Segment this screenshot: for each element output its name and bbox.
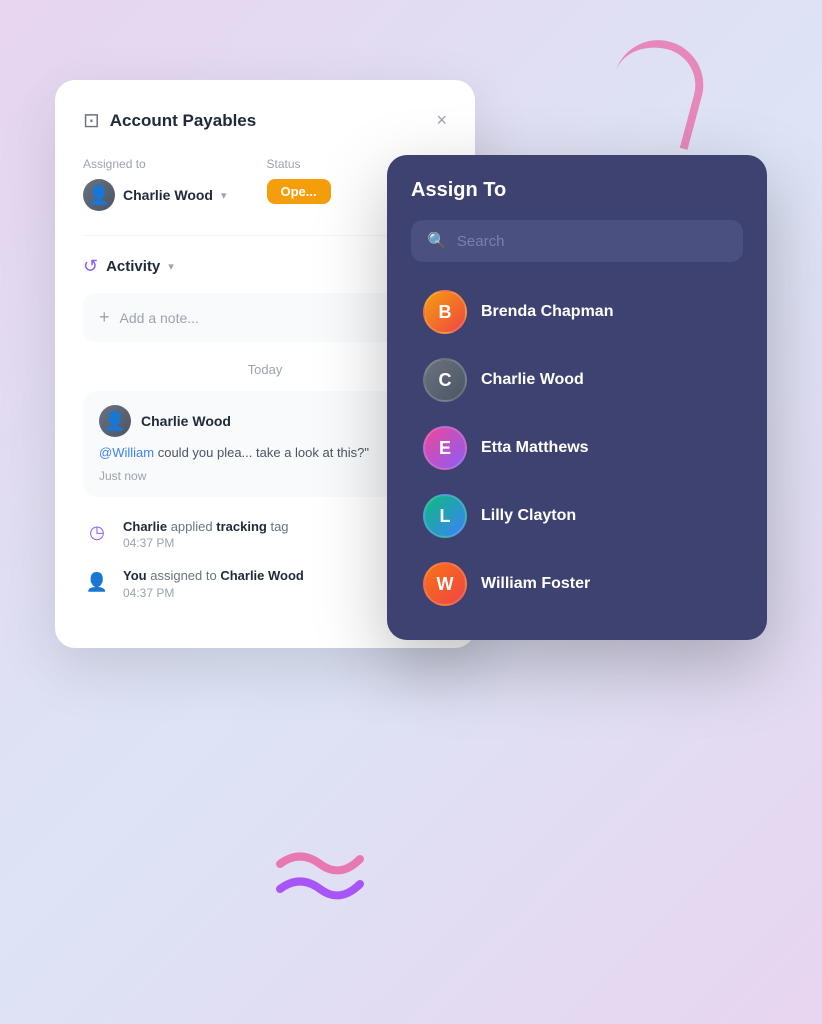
assignee-avatar: 👤 — [83, 179, 115, 211]
mention-tag: @William — [99, 445, 154, 460]
assignee-row[interactable]: 👤 Charlie Wood ▾ — [83, 179, 227, 211]
activity-action-1: applied — [171, 519, 217, 534]
comment-header: 👤 Charlie Wood — [99, 405, 431, 437]
person-name-lilly: Lilly Clayton — [481, 507, 576, 525]
assigned-to-field: Assigned to 👤 Charlie Wood ▾ — [83, 157, 227, 211]
card-title-wrap: ⊡ Account Payables — [83, 108, 256, 133]
person-name-william: William Foster — [481, 575, 590, 593]
person-item-brenda[interactable]: B Brenda Chapman — [411, 280, 743, 344]
comment-body: could you plea... take a look at this?" — [158, 445, 369, 460]
person-avatar-charlie: C — [423, 358, 467, 402]
person-item-william[interactable]: W William Foster — [411, 552, 743, 616]
activity-assign-text: You assigned to Charlie Wood — [123, 566, 304, 586]
activity-target-1: tracking — [216, 519, 267, 534]
assignee-chevron-icon: ▾ — [221, 189, 227, 202]
comment-avatar: 👤 — [99, 405, 131, 437]
status-badge[interactable]: Ope... — [267, 179, 331, 204]
activity-item-content-2: You assigned to Charlie Wood 04:37 PM — [123, 566, 304, 600]
close-button[interactable]: × — [436, 110, 447, 131]
activity-chevron-icon: ▾ — [168, 260, 174, 273]
comment-time: Just now — [99, 469, 431, 483]
person-name-etta: Etta Matthews — [481, 439, 589, 457]
search-box[interactable]: 🔍 — [411, 220, 743, 262]
person-avatar-william: W — [423, 562, 467, 606]
add-note-icon: + — [99, 307, 110, 328]
activity-actor-2: You — [123, 568, 147, 583]
status-field: Status Ope... — [267, 157, 331, 211]
activity-label: Activity — [106, 258, 160, 275]
activity-time-1: 04:37 PM — [123, 536, 289, 550]
activity-actor-1: Charlie — [123, 519, 167, 534]
card-header: ⊡ Account Payables × — [83, 108, 447, 133]
activity-time-2: 04:37 PM — [123, 586, 304, 600]
person-name-charlie: Charlie Wood — [481, 371, 584, 389]
tag-icon: ◷ — [89, 522, 105, 543]
activity-item-content: Charlie applied tracking tag 04:37 PM — [123, 517, 289, 551]
person-icon: 👤 — [86, 572, 108, 593]
comment-text: @William could you plea... take a look a… — [99, 443, 431, 463]
person-item-etta[interactable]: E Etta Matthews — [411, 416, 743, 480]
activity-target-2: Charlie Wood — [220, 568, 304, 583]
person-item-lilly[interactable]: L Lilly Clayton — [411, 484, 743, 548]
status-label: Status — [267, 157, 331, 171]
add-note-placeholder: Add a note... — [120, 310, 199, 326]
activity-suffix-1: tag — [270, 519, 288, 534]
person-list: B Brenda Chapman C Charlie Wood E Etta M… — [411, 280, 743, 616]
comment-author: Charlie Wood — [141, 413, 231, 429]
assign-dropdown: Assign To 🔍 B Brenda Chapman C Charlie W… — [387, 155, 767, 640]
assign-title: Assign To — [411, 179, 743, 202]
card-title: Account Payables — [110, 111, 256, 131]
person-icon-container: 👤 — [83, 568, 111, 596]
assigned-to-label: Assigned to — [83, 157, 227, 171]
tag-icon-container: ◷ — [83, 519, 111, 547]
activity-action-2: assigned to — [150, 568, 220, 583]
decorative-squiggle — [270, 844, 370, 924]
person-item-charlie[interactable]: C Charlie Wood — [411, 348, 743, 412]
person-avatar-lilly: L — [423, 494, 467, 538]
assignee-name: Charlie Wood — [123, 187, 213, 203]
person-name-brenda: Brenda Chapman — [481, 303, 613, 321]
activity-icon: ↺ — [83, 256, 98, 277]
inbox-icon: ⊡ — [83, 108, 100, 133]
search-input[interactable] — [457, 233, 727, 250]
activity-tag-text: Charlie applied tracking tag — [123, 517, 289, 537]
person-avatar-etta: E — [423, 426, 467, 470]
search-icon: 🔍 — [427, 231, 447, 251]
person-avatar-brenda: B — [423, 290, 467, 334]
decorative-hook — [601, 30, 714, 150]
